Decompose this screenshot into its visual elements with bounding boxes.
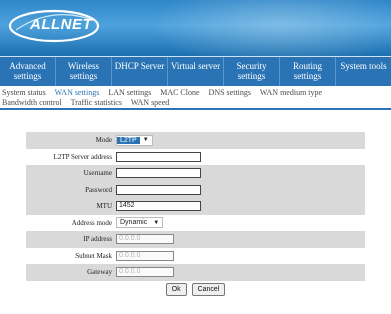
banner-sheen (150, 0, 391, 56)
subnav-traffic-statistics[interactable]: Traffic statistics (71, 98, 122, 107)
subnav-wan-settings[interactable]: WAN settings (55, 88, 100, 97)
password-input[interactable] (116, 184, 201, 195)
sub-nav-row-2: Bandwidth control Traffic statistics WAN… (2, 98, 391, 108)
server-row: L2TP Server address (26, 149, 365, 166)
mask-row: Subnet Mask 0.0.0.0 (26, 248, 365, 265)
logo-text: ALLNET (30, 16, 93, 33)
form-buttons: Ok Cancel (0, 283, 391, 296)
ip-row: IP address 0.0.0.0 (26, 231, 365, 248)
subnav-wan-speed[interactable]: WAN speed (131, 98, 169, 107)
password-label: Password (85, 185, 112, 194)
sub-nav-row-1: System status WAN settings LAN settings … (2, 88, 391, 98)
username-label: Username (83, 169, 112, 178)
cancel-button[interactable]: Cancel (191, 283, 226, 296)
nav-dhcp-server[interactable]: DHCP Server (112, 57, 168, 86)
subnav-system-status[interactable]: System status (2, 88, 46, 97)
subnav-mac-clone[interactable]: MAC Clone (160, 88, 199, 97)
subnav-bandwidth-control[interactable]: Bandwidth control (2, 98, 62, 107)
nav-routing-settings[interactable]: Routing settings (280, 57, 336, 86)
password-row: Password (26, 181, 365, 198)
mode-select[interactable]: L2TP ▼ (116, 134, 153, 146)
sub-nav: System status WAN settings LAN settings … (0, 86, 391, 110)
address-mode-label: Address mode (71, 218, 112, 227)
ok-button[interactable]: Ok (165, 283, 187, 296)
mode-row: Mode L2TP ▼ (26, 132, 365, 149)
nav-system-tools[interactable]: System tools (336, 57, 391, 86)
mtu-input[interactable]: 1452 (116, 201, 201, 212)
mask-label: Subnet Mask (75, 251, 112, 260)
gateway-row: Gateway 0.0.0.0 (26, 264, 365, 281)
main-nav: Advanced settings Wireless settings DHCP… (0, 56, 391, 86)
nav-security-settings[interactable]: Security settings (224, 57, 280, 86)
nav-virtual-server[interactable]: Virtual server (168, 57, 224, 86)
server-address-input[interactable] (116, 151, 201, 162)
nav-wireless-settings[interactable]: Wireless settings (56, 57, 112, 86)
mode-label: Mode (95, 136, 112, 145)
mtu-label: MTU (96, 202, 112, 211)
gateway-label: Gateway (87, 268, 112, 277)
address-mode-select-value: Dynamic (120, 219, 148, 227)
username-input[interactable] (116, 168, 201, 179)
subnav-wan-medium-type[interactable]: WAN medium type (260, 88, 322, 97)
server-label: L2TP Server address (53, 152, 112, 161)
header-banner: ALLNET (0, 0, 391, 56)
subnav-dns-settings[interactable]: DNS settings (209, 88, 251, 97)
gateway-input[interactable]: 0.0.0.0 (116, 267, 174, 278)
content-area: Mode L2TP ▼ L2TP Server address Username… (0, 112, 391, 314)
nav-advanced-settings[interactable]: Advanced settings (0, 57, 56, 86)
address-mode-select[interactable]: Dynamic ▼ (116, 217, 164, 229)
username-row: Username (26, 165, 365, 182)
subnav-lan-settings[interactable]: LAN settings (108, 88, 151, 97)
ip-address-input[interactable]: 0.0.0.0 (116, 234, 174, 245)
chevron-down-icon: ▼ (142, 137, 149, 144)
address-mode-row: Address mode Dynamic ▼ (26, 215, 365, 232)
wan-settings-form: Mode L2TP ▼ L2TP Server address Username… (26, 132, 365, 281)
chevron-down-icon: ▼ (153, 219, 160, 226)
mode-select-value: L2TP (117, 136, 140, 144)
mtu-row: MTU 1452 (26, 198, 365, 215)
ip-label: IP address (83, 235, 112, 244)
subnet-mask-input[interactable]: 0.0.0.0 (116, 250, 174, 261)
